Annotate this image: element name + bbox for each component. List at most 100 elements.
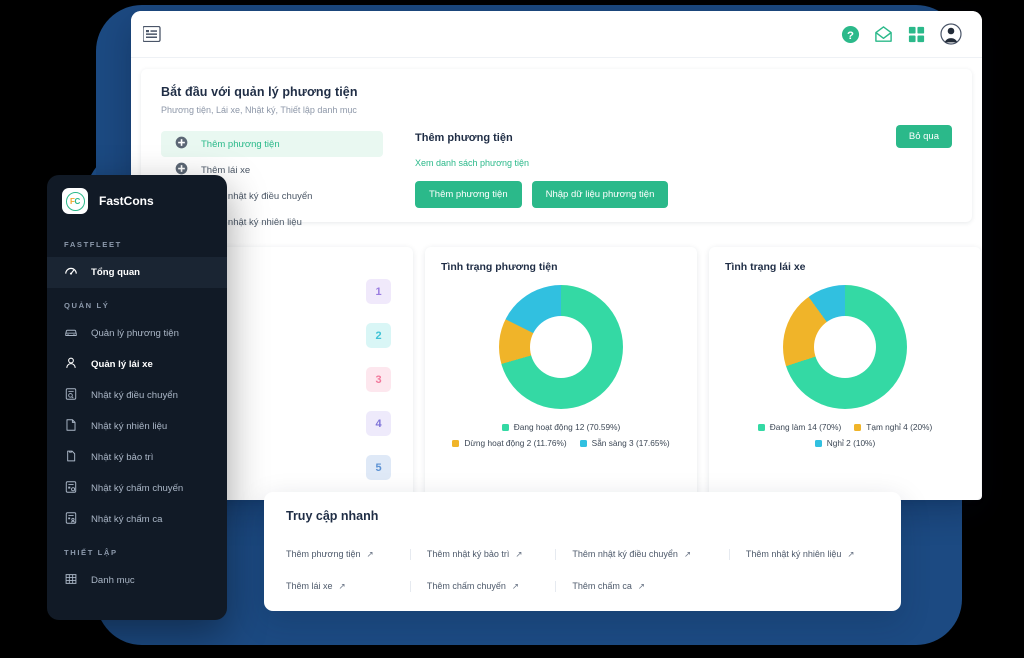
quick-link-label: Thêm chấm ca: [572, 581, 632, 591]
user-avatar-icon[interactable]: [940, 23, 962, 45]
topbar-icon-group: ?: [841, 23, 962, 45]
brand-name: FastCons: [99, 194, 154, 208]
sidebar-item-label: Tổng quan: [91, 267, 141, 278]
apps-grid-icon[interactable]: [907, 25, 926, 44]
driver-status-card: Tình trạng lái xe Đang làm 14 (70%) Tạm …: [709, 247, 981, 500]
sidebar-item-label: Nhật ký điều chuyển: [91, 390, 178, 401]
donut-hole: [530, 316, 592, 378]
quick-access-row: Thêm phương tiện ↗ Thêm nhật ký bảo trì …: [286, 538, 879, 570]
external-arrow-icon: ↗: [683, 548, 692, 559]
external-arrow-icon: ↗: [511, 580, 520, 591]
legend-label: Đang làm 14 (70%): [769, 422, 842, 432]
view-vehicle-list-link[interactable]: Xem danh sách phương tiện: [415, 158, 668, 168]
page-title: Bắt đầu với quản lý phương tiện: [161, 85, 358, 99]
card-title: Tình trạng lái xe: [725, 261, 806, 273]
sidebar-brand[interactable]: FC FastCons: [47, 175, 227, 227]
sidebar-item-tong-quan[interactable]: Tổng quan: [47, 257, 227, 288]
legend-row: Đang làm 14 (70%) Tạm nghỉ 4 (20%): [725, 422, 965, 432]
trip-log-icon: [64, 480, 78, 497]
driver-status-donut-wrap: [725, 285, 965, 409]
rank-badge: 5: [366, 455, 391, 480]
user-icon: [64, 356, 78, 373]
quick-link-them-lai-xe[interactable]: Thêm lái xe ↗: [286, 581, 410, 592]
external-arrow-icon: ↗: [338, 580, 346, 591]
sidebar-item-nhat-ky-dieu-chuyen[interactable]: Nhật ký điều chuyển: [47, 380, 227, 411]
rank-badge: 3: [366, 367, 391, 392]
rank-badge: 1: [366, 279, 391, 304]
rank-badge: 2: [366, 323, 391, 348]
sidebar-section-thiet-lap: THIẾT LẬP: [64, 548, 118, 557]
dashboard-cards-row: ng tiện 0T 1 2 3 4 5 Tình trạng phương t…: [141, 247, 981, 500]
navigation-sidebar: FC FastCons FASTFLEET Tổng quan QUẢN LÝ: [47, 175, 227, 620]
sidebar-item-nhat-ky-cham-chuyen[interactable]: Nhật ký chấm chuyến: [47, 473, 227, 504]
onboarding-step-0[interactable]: Thêm phương tiện: [161, 131, 383, 157]
mail-envelope-icon[interactable]: [874, 25, 893, 44]
sidebar-item-quan-ly-lai-xe[interactable]: Quản lý lái xe: [47, 349, 227, 380]
legend-color-swatch: [579, 439, 587, 447]
sidebar-section-quan-ly: QUẢN LÝ: [64, 301, 110, 310]
quick-access-grid: Thêm phương tiện ↗ Thêm nhật ký bảo trì …: [286, 538, 879, 602]
vehicle-status-donut-wrap: [441, 285, 681, 409]
add-vehicle-button[interactable]: Thêm phương tiện: [415, 181, 522, 208]
legend-label: Dừng hoạt động 2 (11.76%): [464, 438, 567, 448]
sidebar-item-label: Nhật ký chấm ca: [91, 514, 163, 525]
quick-link-them-nhat-ky-bao-tri[interactable]: Thêm nhật ký bảo trì ↗: [409, 548, 556, 560]
hamburger-list-icon[interactable]: [143, 26, 161, 42]
external-arrow-icon: ↗: [637, 580, 646, 591]
vehicle-status-legend: Đang hoạt động 12 (70.59%) Dừng hoạt độn…: [441, 422, 681, 448]
rank-badge: 4: [366, 411, 391, 436]
sidebar-item-nhat-ky-bao-tri[interactable]: Nhật ký bảo trì: [47, 442, 227, 473]
onboarding-step-label: Thêm lái xe: [201, 164, 251, 176]
external-arrow-icon: ↗: [515, 548, 523, 559]
legend-label: Sẵn sàng 3 (17.65%): [591, 438, 670, 448]
driver-status-donut: [783, 285, 907, 409]
vehicle-status-donut: [499, 285, 623, 409]
sidebar-item-label: Nhật ký nhiên liệu: [91, 421, 168, 432]
legend-label: Đang hoạt động 12 (70.59%): [513, 422, 621, 432]
legend-row: Nghỉ 2 (10%): [725, 438, 965, 448]
legend-color-swatch: [854, 423, 862, 431]
logo-letter-c: C: [74, 196, 81, 206]
svg-text:?: ?: [847, 29, 854, 41]
legend-item: Đang làm 14 (70%): [757, 422, 842, 432]
quick-link-them-phuong-tien[interactable]: Thêm phương tiện ↗: [286, 549, 410, 560]
legend-color-swatch: [757, 423, 765, 431]
screenshot-stage: ? Bắt đầu với quản lý phương tiện Phương…: [0, 0, 1024, 658]
sidebar-item-nhat-ky-nhien-lieu[interactable]: Nhật ký nhiên liệu: [47, 411, 227, 442]
quick-link-them-nhat-ky-nhien-lieu[interactable]: Thêm nhật ký nhiên liệu ↗: [728, 548, 879, 560]
table-grid-icon: [64, 572, 78, 589]
onboarding-step-label: Thêm phương tiện: [201, 138, 280, 150]
page-subtitle: Phương tiện, Lái xe, Nhật ký, Thiết lập …: [161, 105, 357, 115]
legend-item: Dừng hoạt động 2 (11.76%): [452, 438, 567, 448]
document-search-icon: [64, 387, 78, 404]
shift-log-icon: [64, 511, 78, 528]
legend-item: Nghỉ 2 (10%): [814, 438, 876, 448]
sidebar-item-nhat-ky-cham-ca[interactable]: Nhật ký chấm ca: [47, 504, 227, 535]
help-circle-icon[interactable]: ?: [841, 25, 860, 44]
legend-label: Tạm nghỉ 4 (20%): [866, 422, 933, 432]
legend-item: Sẵn sàng 3 (17.65%): [579, 438, 670, 448]
ranking-badge-list: 1 2 3 4 5: [366, 279, 391, 499]
quick-access-row: Thêm lái xe ↗ Thêm chấm chuyến ↗ Thêm ch…: [286, 570, 879, 602]
legend-item: Tạm nghỉ 4 (20%): [854, 422, 932, 432]
quick-link-them-cham-ca[interactable]: Thêm chấm ca ↗: [555, 580, 728, 592]
sidebar-item-label: Nhật ký chấm chuyến: [91, 483, 184, 494]
legend-color-swatch: [814, 439, 822, 447]
quick-access-title: Truy cập nhanh: [286, 509, 379, 523]
import-vehicle-data-button[interactable]: Nhập dữ liệu phương tiện: [531, 181, 669, 208]
skip-button[interactable]: Bỏ qua: [895, 125, 952, 148]
quick-link-them-cham-chuyen[interactable]: Thêm chấm chuyến ↗: [409, 580, 556, 592]
fastcons-logo-icon: FC: [62, 188, 88, 214]
sidebar-item-danh-muc[interactable]: Danh mục: [47, 565, 227, 596]
quick-link-label: Thêm nhật ký bảo trì: [426, 549, 510, 559]
plus-circle-icon: [175, 136, 188, 152]
maintenance-document-icon: [64, 449, 78, 466]
logo-ring: FC: [65, 191, 85, 211]
quick-link-label: Thêm chấm chuyến: [426, 581, 506, 591]
legend-label: Nghỉ 2 (10%): [826, 438, 876, 448]
legend-item: Đang hoạt động 12 (70.59%): [501, 422, 621, 432]
car-icon: [64, 325, 78, 342]
sidebar-item-label: Quản lý phương tiện: [91, 328, 179, 339]
quick-link-them-nhat-ky-dieu-chuyen[interactable]: Thêm nhật ký điều chuyển ↗: [555, 548, 728, 560]
sidebar-item-quan-ly-phuong-tien[interactable]: Quản lý phương tiện: [47, 318, 227, 349]
